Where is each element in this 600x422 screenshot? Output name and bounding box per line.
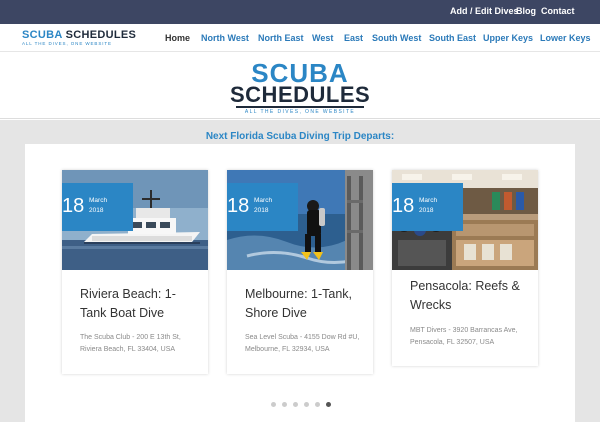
nav-lower-keys[interactable]: Lower Keys <box>540 33 591 43</box>
top-utility-bar: Add / Edit Dives Blog Contact <box>0 0 600 24</box>
dive-card-address: Sea Level Scuba - 4155 Dow Rd #U, Melbou… <box>245 334 360 353</box>
carousel-dot[interactable] <box>293 402 298 407</box>
dive-card-address: MBT Divers - 3920 Barrancas Ave, Pensaco… <box>410 327 518 346</box>
date-badge: 18 March 2018 <box>392 183 463 231</box>
nav-home[interactable]: Home <box>165 33 190 43</box>
blog-link[interactable]: Blog <box>516 6 536 16</box>
date-year: 2018 <box>89 207 104 214</box>
dive-card-riviera-beach[interactable]: 18 March 2018 Riviera Beach: 1-Tank Boat… <box>62 170 208 374</box>
carousel-dot[interactable] <box>271 402 276 407</box>
logo-schedules-text: SCHEDULES <box>65 29 137 41</box>
date-month: March <box>419 197 438 204</box>
carousel-dot[interactable] <box>304 402 309 407</box>
hero-banner: SCUBA SCHEDULES ALL THE DIVES, ONE WEBSI… <box>0 53 600 119</box>
date-badge: 18 March 2018 <box>227 183 298 231</box>
dive-card-title[interactable]: Melbourne: 1-Tank, Shore Dive <box>245 285 367 323</box>
site-logo[interactable]: SCUBA SCHEDULES ALL THE DIVES, ONE WEBSI… <box>22 29 142 49</box>
hero-logo-tagline: ALL THE DIVES, ONE WEBSITE <box>244 109 356 115</box>
section-heading: Next Florida Scuba Diving Trip Departs: <box>205 131 395 142</box>
date-day: 18 <box>62 195 85 217</box>
nav-north-west[interactable]: North West <box>201 33 249 43</box>
logo-scuba-text: SCUBA <box>22 29 63 41</box>
logo-tagline: ALL THE DIVES, ONE WEBSITE <box>22 41 112 46</box>
dive-card-address: The Scuba Club - 200 E 13th St, Riviera … <box>80 334 181 353</box>
date-month: March <box>89 197 108 204</box>
carousel-dot[interactable] <box>326 402 331 407</box>
date-year: 2018 <box>254 207 269 214</box>
date-day: 18 <box>227 195 250 217</box>
nav-west[interactable]: West <box>312 33 333 43</box>
hero-logo: SCUBA SCHEDULES ALL THE DIVES, ONE WEBSI… <box>230 60 371 115</box>
carousel-dot[interactable] <box>282 402 287 407</box>
dive-card-melbourne[interactable]: 18 March 2018 Melbourne: 1-Tank, Shore D… <box>227 170 373 374</box>
date-month: March <box>254 197 273 204</box>
nav-upper-keys[interactable]: Upper Keys <box>483 33 533 43</box>
date-day: 18 <box>392 195 415 217</box>
dive-card-title[interactable]: Riviera Beach: 1-Tank Boat Dive <box>80 285 202 323</box>
date-year: 2018 <box>419 207 434 214</box>
add-edit-dives-link[interactable]: Add / Edit Dives <box>450 6 519 16</box>
date-badge: 18 March 2018 <box>62 183 133 231</box>
nav-north-east[interactable]: North East <box>258 33 304 43</box>
dive-card-image[interactable]: 18 March 2018 <box>392 170 538 270</box>
nav-east[interactable]: East <box>344 33 363 43</box>
contact-link[interactable]: Contact <box>541 6 575 16</box>
dive-card-image[interactable]: 18 March 2018 <box>62 170 208 270</box>
nav-south-east[interactable]: South East <box>429 33 476 43</box>
hero-logo-schedules: SCHEDULES <box>230 82 371 107</box>
carousel-dot[interactable] <box>315 402 320 407</box>
main-navbar: SCUBA SCHEDULES ALL THE DIVES, ONE WEBSI… <box>0 24 600 52</box>
dive-card-image[interactable]: 18 March 2018 <box>227 170 373 270</box>
dive-card-pensacola[interactable]: 18 March 2018 Pensacola: Reefs & Wrecks … <box>392 170 538 366</box>
nav-south-west[interactable]: South West <box>372 33 421 43</box>
dive-card-title[interactable]: Pensacola: Reefs & Wrecks <box>410 277 532 315</box>
